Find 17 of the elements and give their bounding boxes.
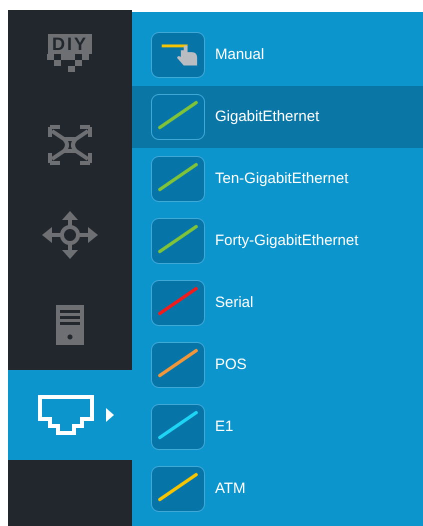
- hand-pointer-icon: [151, 32, 205, 78]
- server-icon: [56, 305, 84, 345]
- menu-item[interactable]: E1: [132, 396, 423, 458]
- menu-item[interactable]: GigabitEthernet: [132, 86, 423, 148]
- network-port-icon: [38, 395, 94, 435]
- menu-item[interactable]: Ten-GigabitEthernet: [132, 148, 423, 210]
- menu-item[interactable]: ATM: [132, 458, 423, 520]
- move-arrows-icon: [42, 211, 98, 259]
- caret-icon: [106, 408, 114, 422]
- sidebar-item[interactable]: DIY: [8, 10, 132, 100]
- menu-item[interactable]: Forty-GigabitEthernet: [132, 210, 423, 272]
- diy-label: DIY: [48, 34, 92, 54]
- crossing-arrows-icon: [48, 125, 92, 165]
- sidebar-item[interactable]: [8, 370, 132, 460]
- menu-item[interactable]: POS: [132, 334, 423, 396]
- menu-item[interactable]: Serial: [132, 272, 423, 334]
- menu-item[interactable]: Manual: [132, 24, 423, 86]
